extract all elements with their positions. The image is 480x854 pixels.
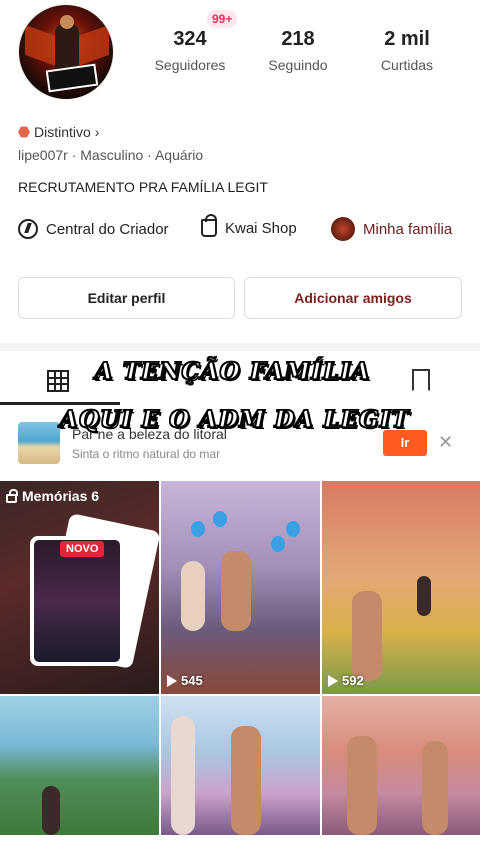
lightning-icon	[18, 219, 38, 239]
kwai-shop-link[interactable]: Kwai Shop	[201, 214, 297, 237]
video-thumbnail[interactable]: 592	[322, 481, 480, 694]
video-thumbnail[interactable]	[0, 696, 159, 835]
profile-header: 99+ 324 Seguidores 218 Seguindo 2 mil Cu…	[0, 0, 480, 115]
distintivo-label: Distintivo	[34, 124, 91, 140]
profile-meta: lipe007r · Masculino · Aquário	[18, 147, 204, 163]
following-count: 218	[281, 28, 315, 50]
play-icon	[167, 674, 177, 687]
close-icon[interactable]: ✕	[438, 432, 453, 453]
memories-tile[interactable]: Memórias 6 NOVO	[0, 481, 159, 694]
my-family-link[interactable]: Minha família	[331, 217, 452, 241]
section-divider	[0, 343, 480, 351]
followers-label: Seguidores	[154, 57, 226, 73]
edit-profile-button[interactable]: Editar perfil	[18, 277, 235, 319]
memories-label: Memórias 6	[6, 488, 99, 504]
play-icon	[328, 674, 338, 687]
creator-center-label: Central do Criador	[46, 220, 169, 238]
view-count-value: 545	[181, 673, 203, 688]
overlay-text-line2: AQUI E O ADM DA LEGIT	[59, 405, 410, 434]
my-family-label: Minha família	[363, 220, 453, 238]
profile-links: Central do Criador Kwai Shop Minha famíl…	[0, 214, 480, 244]
ad-thumbnail	[18, 422, 60, 464]
ad-cta-button[interactable]: Ir	[383, 430, 427, 456]
family-avatar-icon	[331, 217, 355, 241]
distintivo-link[interactable]: Distintivo ›	[18, 124, 99, 140]
add-friends-button[interactable]: Adicionar amigos	[244, 277, 462, 319]
likes-label: Curtidas	[380, 57, 434, 73]
view-count-value: 592	[342, 673, 364, 688]
followers-stat[interactable]: 324 Seguidores	[135, 28, 245, 73]
likes-count: 2 mil	[384, 28, 430, 50]
new-badge: NOVO	[60, 541, 105, 557]
video-thumbnail[interactable]: 545	[161, 481, 320, 694]
lock-icon	[6, 488, 18, 503]
profile-bio: RECRUTAMENTO PRA FAMÍLIA LEGIT	[18, 179, 268, 195]
grid-icon[interactable]	[47, 370, 69, 392]
badge-hexagon-icon	[18, 126, 30, 138]
overlay-text-line1: A TENÇÃO FAMÍLIA	[94, 357, 371, 386]
video-thumbnail[interactable]	[322, 696, 480, 835]
bookmark-icon[interactable]	[412, 369, 430, 391]
notification-badge: 99+	[207, 10, 238, 28]
view-count: 592	[328, 673, 364, 688]
kwai-shop-label: Kwai Shop	[225, 219, 297, 237]
following-stat[interactable]: 218 Seguindo	[243, 28, 353, 73]
avatar[interactable]	[18, 4, 114, 100]
creator-center-link[interactable]: Central do Criador	[18, 219, 169, 239]
memories-text: Memórias 6	[22, 488, 100, 504]
chevron-right-icon: ›	[94, 124, 100, 140]
likes-stat[interactable]: 2 mil Curtidas	[352, 28, 462, 73]
video-thumbnail[interactable]	[161, 696, 320, 835]
shopping-bag-icon	[201, 214, 217, 237]
view-count: 545	[167, 673, 203, 688]
active-tab-indicator	[0, 402, 120, 405]
ad-subtitle: Sinta o ritmo natural do mar	[72, 447, 221, 461]
following-label: Seguindo	[268, 57, 328, 73]
followers-count: 324	[173, 28, 207, 50]
